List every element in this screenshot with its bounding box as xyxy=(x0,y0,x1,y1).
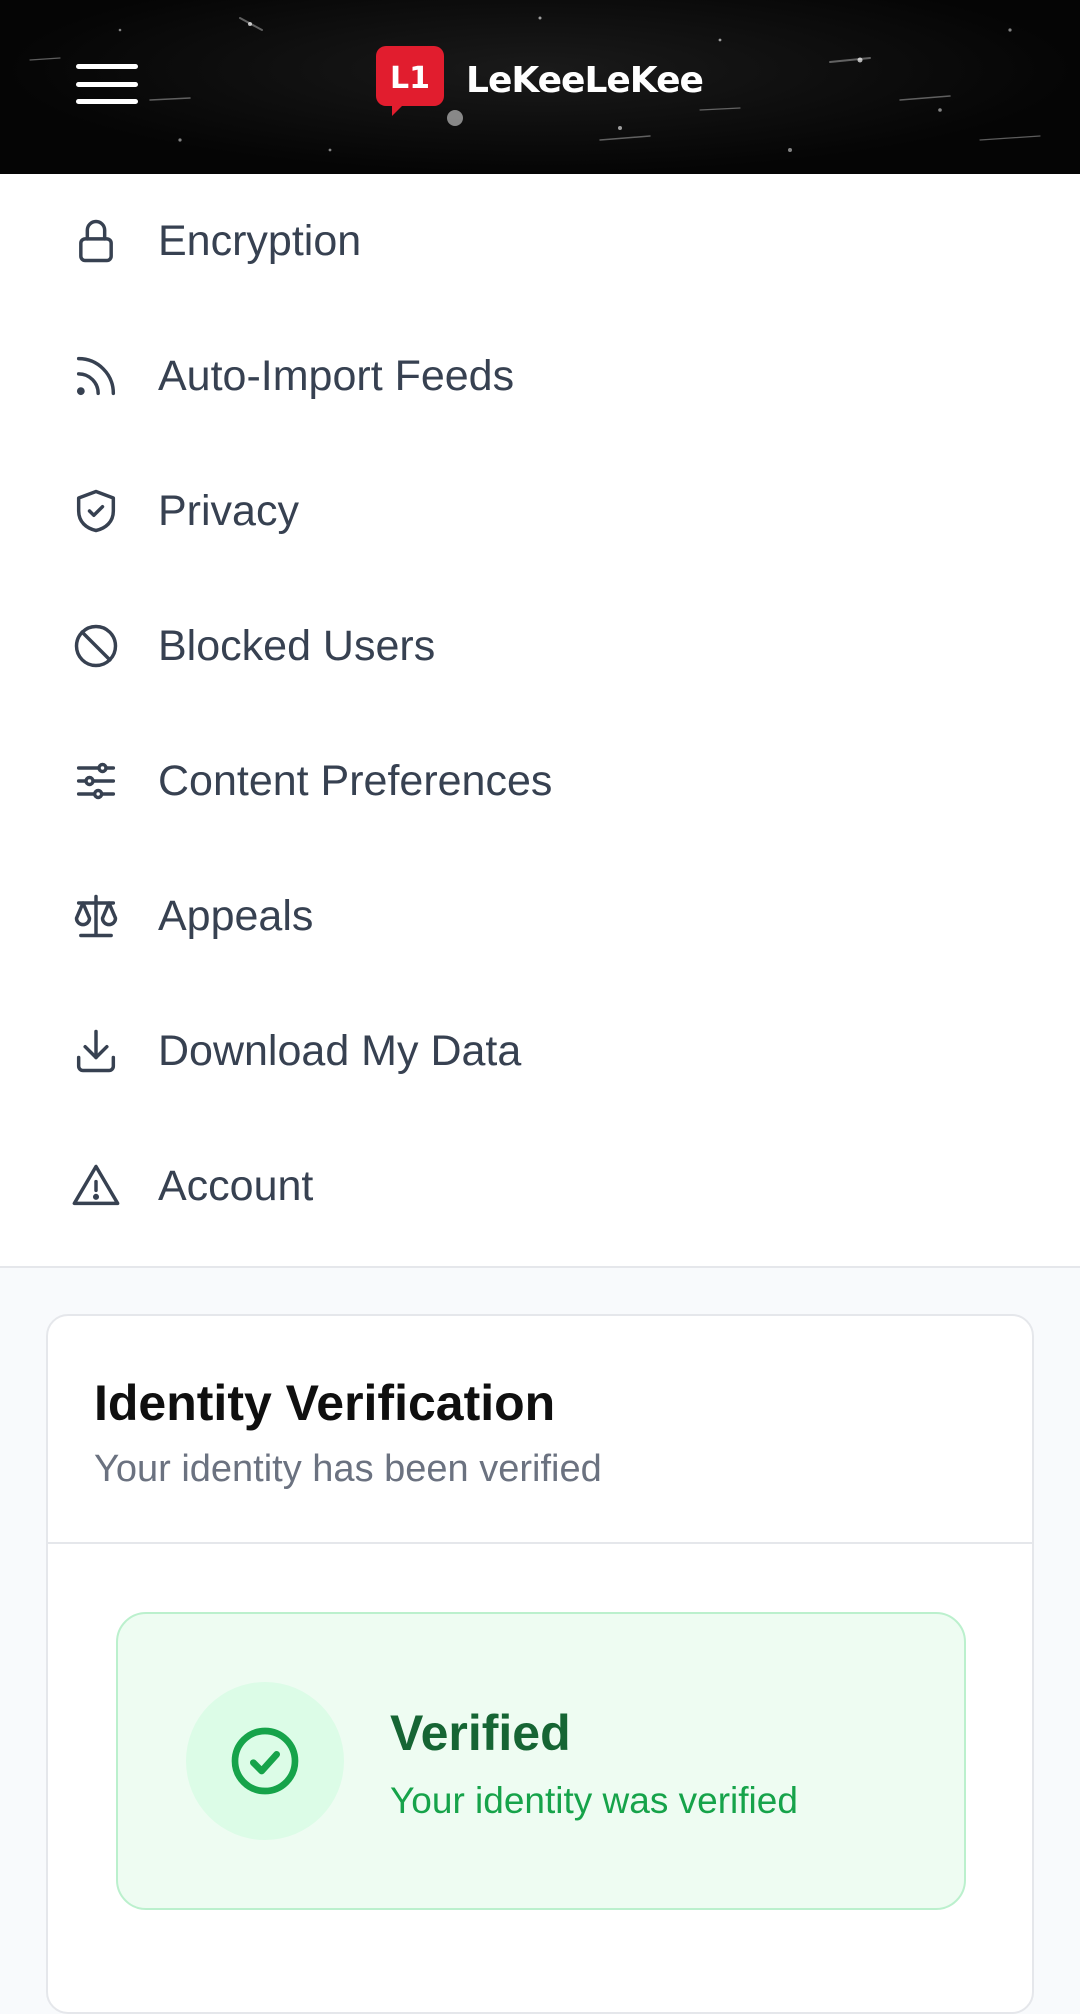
identity-verification-card: Identity Verification Your identity has … xyxy=(46,1314,1034,2014)
verified-status-box: Verified Your identity was verified xyxy=(116,1612,966,1910)
settings-item-label: Account xyxy=(158,1161,314,1210)
scale-icon xyxy=(70,890,122,942)
settings-item-content-preferences[interactable]: Content Preferences xyxy=(0,726,1080,836)
menu-bar xyxy=(76,64,138,69)
card-subtitle: Your identity has been verified xyxy=(94,1448,602,1490)
settings-item-label: Appeals xyxy=(158,891,314,940)
verified-status-subtitle: Your identity was verified xyxy=(390,1780,798,1821)
app-header: L1 LeKeeLeKee xyxy=(0,0,1080,174)
settings-menu: Encryption Auto-Import Feeds Privacy Blo… xyxy=(0,174,1080,1268)
sliders-icon xyxy=(70,755,122,807)
menu-bar xyxy=(76,81,138,87)
settings-item-label: Auto-Import Feeds xyxy=(158,351,515,400)
logo-badge-icon: L1 xyxy=(376,46,444,116)
hamburger-menu-button[interactable] xyxy=(64,56,150,112)
settings-item-download-my-data[interactable]: Download My Data xyxy=(0,996,1080,1106)
settings-item-encryption[interactable]: Encryption xyxy=(0,186,1080,296)
settings-item-account[interactable]: Account xyxy=(0,1131,1080,1241)
settings-item-appeals[interactable]: Appeals xyxy=(0,861,1080,971)
app-logo[interactable]: L1 LeKeeLeKee xyxy=(376,44,704,116)
card-header: Identity Verification Your identity has … xyxy=(48,1316,1032,1544)
download-icon xyxy=(70,1025,122,1077)
check-circle-icon xyxy=(231,1727,299,1795)
lock-icon xyxy=(70,215,122,267)
settings-item-label: Download My Data xyxy=(158,1026,522,1075)
logo-text: LeKeeLeKee xyxy=(466,59,704,101)
settings-item-label: Privacy xyxy=(158,486,299,535)
logo-badge-text: L1 xyxy=(390,61,430,96)
rss-icon xyxy=(70,350,122,402)
settings-item-blocked-users[interactable]: Blocked Users xyxy=(0,591,1080,701)
ban-icon xyxy=(70,620,122,672)
verified-badge xyxy=(186,1682,344,1840)
settings-item-label: Blocked Users xyxy=(158,621,436,670)
shield-check-icon xyxy=(70,485,122,537)
warning-triangle-icon xyxy=(70,1160,122,1212)
settings-item-label: Encryption xyxy=(158,216,362,265)
verified-status-title: Verified xyxy=(390,1705,571,1761)
menu-bar xyxy=(76,99,138,104)
settings-item-auto-import-feeds[interactable]: Auto-Import Feeds xyxy=(0,321,1080,431)
card-title: Identity Verification xyxy=(94,1375,556,1431)
settings-item-privacy[interactable]: Privacy xyxy=(0,456,1080,566)
settings-item-label: Content Preferences xyxy=(158,756,553,805)
